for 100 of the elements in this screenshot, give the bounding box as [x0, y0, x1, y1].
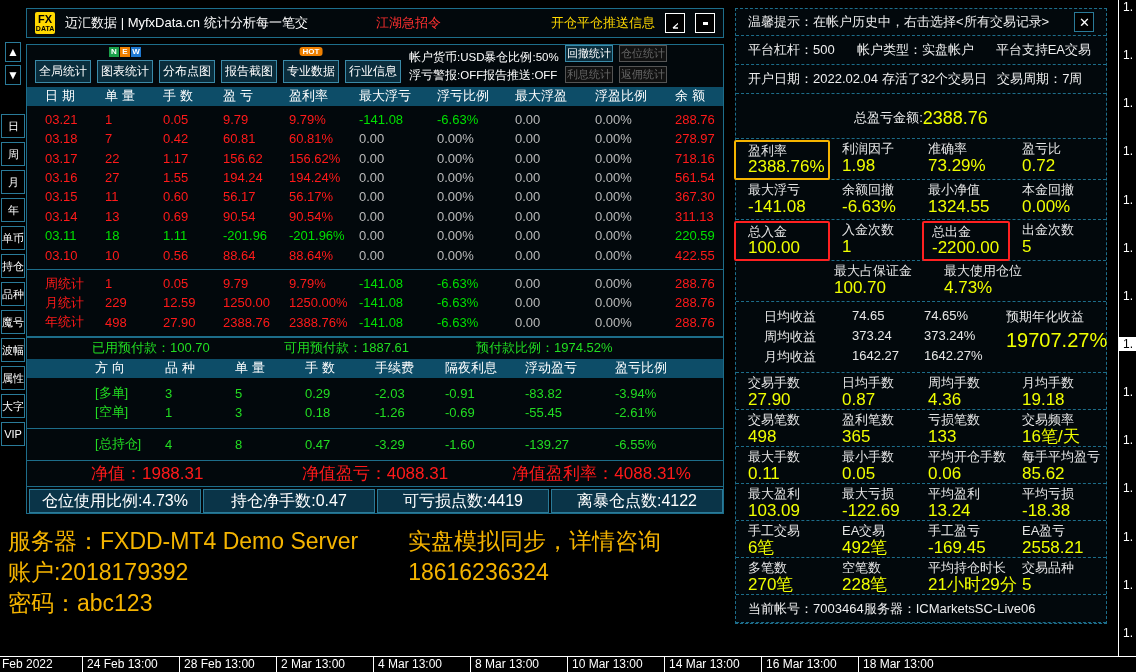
- scroll-button[interactable]: ▼: [5, 65, 21, 85]
- table-cell-text: 0.00: [359, 208, 386, 224]
- price-label: 1.: [1122, 96, 1134, 111]
- side-tab[interactable]: 月: [1, 170, 25, 194]
- table-cell-text: 0.29: [305, 385, 332, 401]
- table-cell-text: 88.64: [223, 247, 257, 263]
- net-value: 净值盈利率：4088.31%: [512, 462, 692, 485]
- table-cell-text: 3: [235, 404, 244, 420]
- side-tab[interactable]: 周: [1, 142, 25, 166]
- table-cell-text: 0.00: [515, 314, 542, 330]
- toolbar-button[interactable]: 报告截图: [221, 60, 277, 83]
- column-header: 余 额: [675, 87, 706, 106]
- table-cell-text: 561.54: [675, 170, 716, 186]
- table-cell-text: 194.24%: [289, 170, 342, 186]
- side-tab[interactable]: 单币: [1, 226, 25, 250]
- angle-icon[interactable]: [665, 13, 685, 33]
- side-tab[interactable]: 年: [1, 198, 25, 222]
- average-label: 月均收益: [764, 348, 817, 367]
- side-tab[interactable]: VIP: [1, 422, 25, 446]
- side-tab[interactable]: 属性: [1, 366, 25, 390]
- time-label: 28 Feb 13:00: [179, 657, 276, 672]
- table-cell-text: 年统计: [45, 313, 85, 332]
- metric-value: 21小时29分: [928, 575, 1017, 594]
- table-cell-text: 90.54: [223, 208, 257, 224]
- stats-button[interactable]: 回撤统计: [564, 45, 613, 62]
- column-header: 隔夜利息: [445, 359, 498, 378]
- metric-value: 85.62: [1022, 464, 1065, 483]
- scroll-button[interactable]: ▲: [5, 42, 21, 62]
- toolbar-button[interactable]: 图表统计: [97, 60, 153, 83]
- close-button[interactable]: ✕: [1074, 12, 1094, 32]
- table-cell-text: -2.03: [375, 385, 406, 401]
- metric-value: 100.00: [748, 238, 800, 257]
- table-cell-text: 194.24: [223, 170, 264, 186]
- notice-link[interactable]: 江湖急招令: [376, 14, 441, 32]
- side-tab[interactable]: 大字: [1, 394, 25, 418]
- table-cell-text: 0.05: [163, 276, 190, 291]
- table-cell-text: -201.96%: [289, 228, 346, 244]
- toolbar-button[interactable]: 专业数据: [283, 60, 339, 83]
- metric-label: 平均亏损: [1022, 486, 1074, 501]
- metric-label: 交易频率: [1022, 412, 1074, 427]
- table-cell-text: 月统计: [45, 293, 85, 312]
- side-tab[interactable]: 波幅: [1, 338, 25, 362]
- table-cell-text: -1.26: [375, 404, 406, 420]
- price-label: 1.: [1122, 529, 1134, 544]
- table-cell-text: 0.00: [515, 276, 542, 291]
- side-tab[interactable]: 日: [1, 114, 25, 138]
- minimize-icon[interactable]: [695, 13, 715, 33]
- average-label: 日均收益: [764, 308, 817, 327]
- table-cell-text: -1.60: [445, 436, 476, 452]
- table-cell-text: 03.11: [45, 228, 78, 244]
- table-cell-text: 7: [105, 131, 114, 147]
- metric-value: 73.29%: [928, 156, 986, 176]
- price-label: 1.: [1122, 433, 1134, 448]
- metric-label: 最大盈利: [748, 486, 800, 501]
- metric-value: -169.45: [928, 538, 986, 557]
- price-label: 1.: [1119, 337, 1136, 351]
- metric-value: 2388.76%: [748, 158, 825, 177]
- table-cell-text: 0.69: [163, 208, 190, 224]
- table-cell-text: 88.64%: [289, 247, 335, 263]
- metric-label: 本金回撤: [1022, 182, 1074, 198]
- table-cell-text: 56.17%: [289, 189, 335, 205]
- account-info: 帐户货币:USD暴仓比例:50%: [409, 50, 559, 65]
- metric-label: 亏损笔数: [928, 412, 980, 427]
- table-cell-text: 0.00%: [437, 247, 475, 263]
- column-header: 盈 亏: [223, 87, 254, 106]
- table-cell-text: 0.00: [515, 111, 542, 127]
- hot-badge: HOT: [299, 47, 323, 56]
- time-label: 14 Mar 13:00: [664, 657, 761, 672]
- table-cell-text: 0.47: [305, 436, 332, 452]
- push-link[interactable]: 开仓平仓推送信息: [551, 14, 655, 32]
- table-cell-text: -6.63%: [437, 314, 480, 330]
- toolbar-button[interactable]: 行业信息: [345, 60, 401, 83]
- metric-label: 最大亏损: [842, 486, 894, 501]
- metric-value: 365: [842, 427, 871, 446]
- stat-button[interactable]: 离暴仓点数:4122: [551, 489, 723, 513]
- table-cell-text: 1: [105, 276, 114, 291]
- metric-label: 盈利率: [748, 143, 787, 159]
- side-tab[interactable]: 品种: [1, 282, 25, 306]
- metric-value: 270笔: [748, 575, 794, 594]
- table-cell-text: -6.63%: [437, 276, 480, 291]
- metric-value: 133: [928, 427, 957, 446]
- price-label: 1.: [1122, 240, 1134, 255]
- table-cell-text: -201.96: [223, 228, 269, 244]
- side-tab[interactable]: 持仓: [1, 254, 25, 278]
- toolbar-button[interactable]: 全局统计: [35, 60, 91, 83]
- table-cell-text: 0.00: [515, 170, 542, 186]
- column-header: 盈亏比例: [615, 359, 668, 378]
- table-cell-text: 0.00: [515, 295, 542, 311]
- stat-button[interactable]: 可亏损点数:4419: [377, 489, 549, 513]
- table-cell-text: 1.11: [163, 228, 189, 244]
- toolbar-button[interactable]: 分布点图: [159, 60, 215, 83]
- table-cell-text: 13: [105, 208, 121, 224]
- time-label: Feb 2022: [1, 657, 54, 672]
- stat-button[interactable]: 仓位使用比例:4.73%: [29, 489, 201, 513]
- time-label: 10 Mar 13:00: [567, 657, 664, 672]
- side-tab[interactable]: 魔号: [1, 310, 25, 334]
- metric-value: -122.69: [842, 501, 900, 520]
- stat-button[interactable]: 持仓净手数:0.47: [203, 489, 375, 513]
- metric-value: 2558.21: [1022, 538, 1084, 557]
- column-header: 盈利率: [289, 87, 329, 106]
